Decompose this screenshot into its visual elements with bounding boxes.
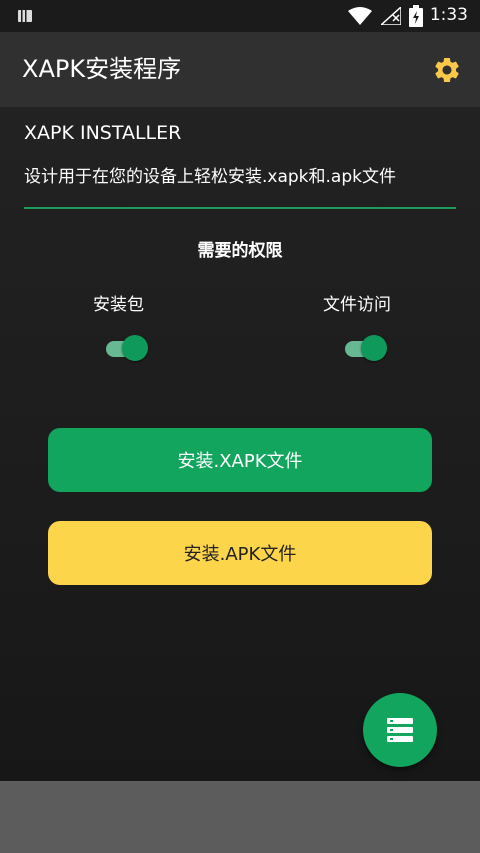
install-packages-toggle[interactable] xyxy=(104,334,148,362)
status-time: 1:33 xyxy=(429,5,468,25)
divider xyxy=(24,207,456,209)
gear-icon[interactable] xyxy=(432,55,462,85)
status-bar: 1:33 xyxy=(0,0,480,32)
permission-file-access-label: 文件访问 xyxy=(323,295,391,315)
install-xapk-label: 安装.XAPK文件 xyxy=(177,451,303,472)
permission-install-packages-label: 安装包 xyxy=(93,295,144,315)
file-access-toggle[interactable] xyxy=(343,334,387,362)
install-xapk-button[interactable]: 安装.XAPK文件 xyxy=(48,428,432,492)
storage-list-icon xyxy=(387,718,413,742)
wifi-icon xyxy=(348,7,372,25)
app-subtitle: XAPK INSTALLER xyxy=(24,122,182,144)
storage-list-fab[interactable] xyxy=(363,693,437,767)
toggle-thumb xyxy=(122,335,148,361)
permissions-title: 需要的权限 xyxy=(197,241,283,261)
app-description: 设计用于在您的设备上轻松安装.xapk和.apk文件 xyxy=(24,167,396,187)
install-apk-button[interactable]: 安装.APK文件 xyxy=(48,521,432,585)
toggle-thumb xyxy=(361,335,387,361)
battery-charging-icon xyxy=(409,5,423,27)
navigation-bar xyxy=(0,781,480,853)
app-title: XAPK安装程序 xyxy=(22,55,182,83)
cellular-off-icon xyxy=(381,7,401,25)
install-apk-label: 安装.APK文件 xyxy=(183,544,297,565)
sim-card-icon xyxy=(18,10,32,22)
